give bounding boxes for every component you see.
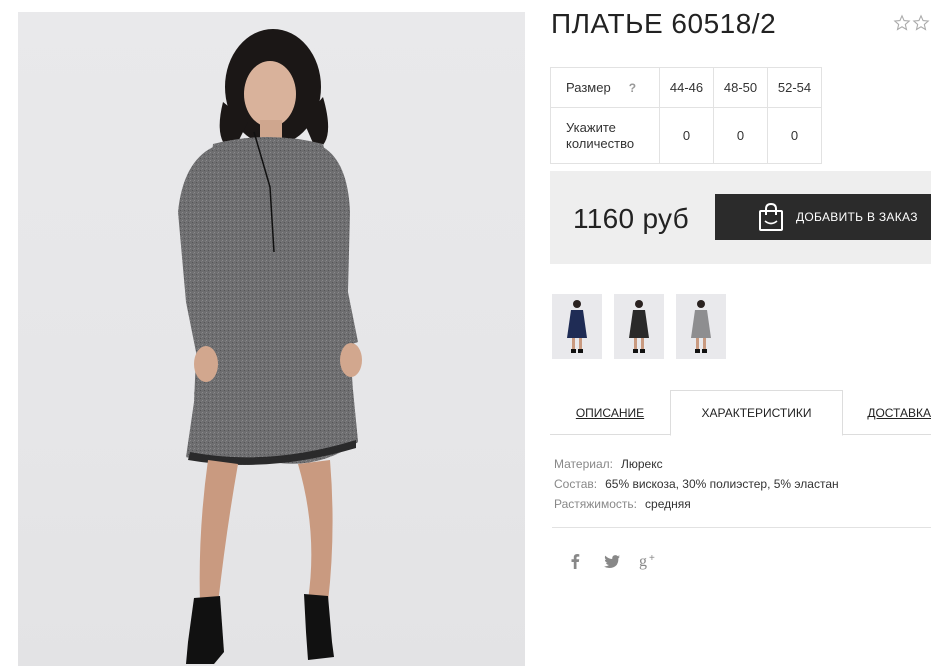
twitter-icon[interactable]	[602, 550, 622, 572]
size-option: 48-50	[713, 67, 768, 108]
thumbnail-navy[interactable]	[552, 294, 602, 359]
quantity-input[interactable]: 0	[683, 128, 690, 143]
characteristic-value: 65% вискоза, 30% полиэстер, 5% эластан	[605, 477, 839, 491]
social-share: g +	[565, 550, 659, 572]
tab-description[interactable]: ОПИСАНИЕ	[550, 390, 670, 435]
price-box: 1160 руб ДОБАВИТЬ В ЗАКАЗ	[550, 171, 931, 264]
size-row: Размер? 44-46 48-50 52-54	[550, 67, 822, 108]
characteristic-value: Люрекс	[620, 457, 663, 471]
quantity-row: Укажите количество 0 0 0	[550, 107, 822, 164]
rating-stars[interactable]	[893, 14, 930, 32]
add-to-order-label: ДОБАВИТЬ В ЗАКАЗ	[796, 210, 918, 224]
thumbnail-grey[interactable]	[676, 294, 726, 359]
characteristic-row: Растяжимость: средняя	[554, 494, 839, 514]
characteristics-list: Материал: Люрекс Состав: 65% вискоза, 30% …	[554, 454, 839, 514]
quantity-input[interactable]: 0	[791, 128, 798, 143]
star-outline-icon[interactable]	[912, 14, 930, 32]
section-divider	[552, 527, 931, 528]
tab-characteristics[interactable]: ХАРАКТЕРИСТИКИ	[670, 390, 843, 436]
product-main-photo[interactable]	[18, 12, 525, 666]
product-price: 1160 руб	[573, 203, 689, 234]
quantity-label: Укажите количество	[550, 107, 660, 164]
add-to-order-button[interactable]: ДОБАВИТЬ В ЗАКАЗ	[715, 194, 931, 240]
facebook-icon[interactable]	[565, 550, 585, 572]
quantity-input[interactable]: 0	[737, 128, 744, 143]
size-help-icon[interactable]: ?	[629, 81, 636, 95]
characteristic-key: Материал:	[554, 457, 613, 471]
model-illustration	[178, 29, 362, 664]
star-outline-icon[interactable]	[893, 14, 911, 32]
characteristic-key: Состав:	[554, 477, 598, 491]
svg-text:+: +	[649, 553, 655, 564]
characteristic-row: Состав: 65% вискоза, 30% полиэстер, 5% эл…	[554, 474, 839, 494]
size-option: 44-46	[659, 67, 714, 108]
shopping-bag-icon	[759, 202, 783, 231]
size-label-cell: Размер?	[550, 67, 660, 108]
product-title: ПЛАТЬЕ 60518/2	[551, 8, 777, 39]
thumbnail-black[interactable]	[614, 294, 664, 359]
size-table: Размер? 44-46 48-50 52-54 Укажите количе…	[550, 67, 822, 164]
size-option: 52-54	[767, 67, 822, 108]
characteristic-value: средняя	[645, 497, 691, 511]
info-tabs: ОПИСАНИЕ ХАРАКТЕРИСТИКИ ДОСТАВКА	[550, 390, 931, 436]
google-plus-icon[interactable]: g +	[639, 550, 659, 572]
tab-delivery[interactable]: ДОСТАВКА	[843, 390, 931, 435]
size-label: Размер	[566, 79, 611, 95]
characteristic-key: Растяжимость:	[554, 497, 638, 511]
characteristic-row: Материал: Люрекс	[554, 454, 839, 474]
thumbnail-gallery	[552, 294, 726, 359]
svg-text:g: g	[639, 553, 647, 570]
